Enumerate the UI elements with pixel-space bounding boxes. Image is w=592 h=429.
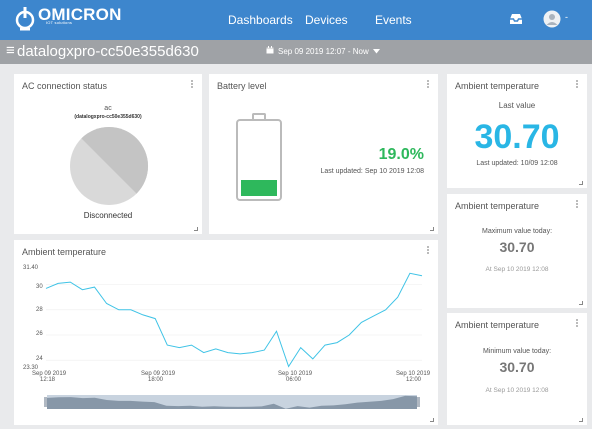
card-title: Ambient temperature	[455, 81, 540, 91]
calendar-icon	[266, 46, 274, 56]
nav-devices[interactable]: Devices	[305, 13, 348, 27]
resize-handle[interactable]	[430, 227, 434, 231]
ac-series-label: ac	[104, 105, 112, 112]
card-menu-icon[interactable]	[427, 80, 429, 88]
temp-last-card: Ambient temperature Last value 30.70 Las…	[447, 74, 587, 188]
range-navigator[interactable]	[44, 395, 420, 409]
card-title: AC connection status	[22, 81, 108, 91]
card-menu-icon[interactable]	[576, 319, 578, 327]
y-axis-labels: 31.40 30 28 26 24 23.30	[23, 265, 43, 371]
battery-fill	[241, 180, 277, 196]
card-title: Ambient temperature	[455, 320, 540, 330]
temperature-line-chart[interactable]: 31.40 30 28 26 24 23.30 Sep 09 2019 12:1…	[14, 240, 438, 425]
temperature-series-line	[45, 272, 423, 368]
nav-events[interactable]: Events	[375, 13, 412, 27]
temp-chart-card: Ambient temperature 31.40 30 28 26 24 23…	[14, 240, 438, 425]
temp-last-updated: Last updated: 10/09 12:08	[476, 160, 558, 167]
card-menu-icon[interactable]	[576, 80, 578, 88]
caret-down-icon	[372, 47, 380, 56]
device-title: datalogxpro-cc50e355d630	[17, 43, 199, 60]
hamburger-menu-icon[interactable]: ≡	[6, 42, 15, 59]
y-tick-label: 24	[36, 356, 43, 362]
x-tick-label: 06:00	[286, 377, 302, 383]
battery-icon	[236, 113, 282, 201]
temp-min-time: At Sep 10 2019 12:08	[485, 387, 549, 394]
x-tick-label: 12:18	[40, 377, 56, 383]
x-axis-labels: Sep 09 2019 12:18 Sep 09 2019 18:00 Sep …	[32, 371, 431, 383]
x-tick-label: 12:00	[406, 377, 422, 383]
battery-card: Battery level 19.0% Last updated: Sep 10…	[209, 74, 438, 234]
top-navbar: OMICRON IOT solutions Dashboards Devices…	[0, 0, 592, 40]
temp-min-caption: Minimum value today:	[482, 348, 552, 355]
temp-max-time: At Sep 10 2019 12:08	[485, 266, 549, 273]
resize-handle[interactable]	[579, 418, 583, 422]
device-header-bar: ≡ datalogxpro-cc50e355d630 Sep 09 2019 1…	[0, 40, 592, 64]
brand-tagline: IOT solutions	[46, 20, 73, 25]
temp-last-caption: Last value	[498, 101, 536, 110]
resize-handle[interactable]	[579, 301, 583, 305]
inbox-icon[interactable]	[508, 10, 524, 33]
navigator-handle-left[interactable]	[44, 397, 47, 407]
temp-min-card: Ambient temperature Minimum value today:…	[447, 313, 587, 425]
ac-device-label: (datalogxpro-cc50e355d630)	[74, 114, 142, 120]
temp-max-card: Ambient temperature Maximum value today:…	[447, 194, 587, 308]
card-menu-icon[interactable]	[576, 200, 578, 208]
temp-max-caption: Maximum value today:	[481, 228, 553, 235]
temp-last-value: 30.70	[474, 118, 560, 156]
x-tick-label: 18:00	[148, 377, 164, 383]
temp-max-value: 30.70	[499, 239, 535, 255]
navigator-handle-right[interactable]	[417, 397, 420, 407]
y-max-label: 31.40	[23, 265, 39, 271]
date-range-selector[interactable]: Sep 09 2019 12:07 - Now	[266, 46, 380, 56]
ac-state-text: Disconnected	[83, 211, 133, 220]
user-menu-caret-icon[interactable]: -	[565, 12, 568, 22]
grid-layer	[46, 284, 422, 361]
date-range-label: Sep 09 2019 12:07 - Now	[278, 46, 369, 56]
nav-dashboards[interactable]: Dashboards	[228, 13, 293, 27]
card-title: Battery level	[217, 81, 267, 91]
y-tick-label: 30	[36, 284, 43, 290]
temp-min-value: 30.70	[499, 359, 535, 375]
ac-status-pie	[70, 126, 149, 205]
resize-handle[interactable]	[194, 227, 198, 231]
battery-percent: 19.0%	[378, 146, 424, 163]
user-avatar-icon[interactable]	[543, 10, 561, 33]
card-menu-icon[interactable]	[191, 80, 193, 88]
battery-updated: Last updated: Sep 10 2019 12:08	[320, 168, 424, 175]
omicron-logo-icon	[14, 6, 36, 32]
resize-handle[interactable]	[579, 181, 583, 185]
y-tick-label: 26	[36, 331, 43, 337]
y-tick-label: 28	[36, 307, 43, 313]
ac-status-card: AC connection status ac (datalogxpro-cc5…	[14, 74, 202, 234]
resize-handle[interactable]	[430, 418, 434, 422]
brand-logo[interactable]: OMICRON	[14, 6, 122, 32]
card-title: Ambient temperature	[455, 201, 540, 211]
